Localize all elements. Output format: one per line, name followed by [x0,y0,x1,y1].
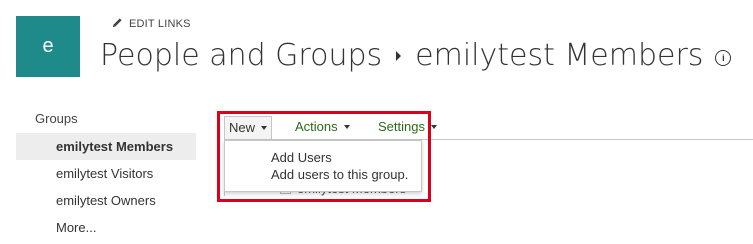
chevron-right-icon [396,50,402,61]
breadcrumb-root[interactable]: People and Groups [100,38,382,73]
page-title: People and Groups emilytest Members i [100,38,732,73]
annotation-highlight-box [217,111,431,202]
site-logo-letter: e [42,35,54,57]
site-logo[interactable]: e [16,16,80,77]
sidebar-item-visitors[interactable]: emilytest Visitors [16,160,196,187]
sidebar-heading-groups[interactable]: Groups [16,105,196,133]
info-icon[interactable]: i [715,49,732,66]
breadcrumb-current: emilytest Members [415,38,704,73]
sidebar-item-owners[interactable]: emilytest Owners [16,187,196,214]
edit-links-button[interactable]: EDIT LINKS [112,17,191,31]
quick-launch-nav: Groups emilytest Members emilytest Visit… [16,105,196,241]
sidebar-item-more[interactable]: More... [16,214,196,241]
sidebar-item-members[interactable]: emilytest Members [16,133,196,160]
pencil-icon [112,17,123,31]
caret-down-icon [430,125,437,129]
edit-links-label: EDIT LINKS [129,18,191,30]
